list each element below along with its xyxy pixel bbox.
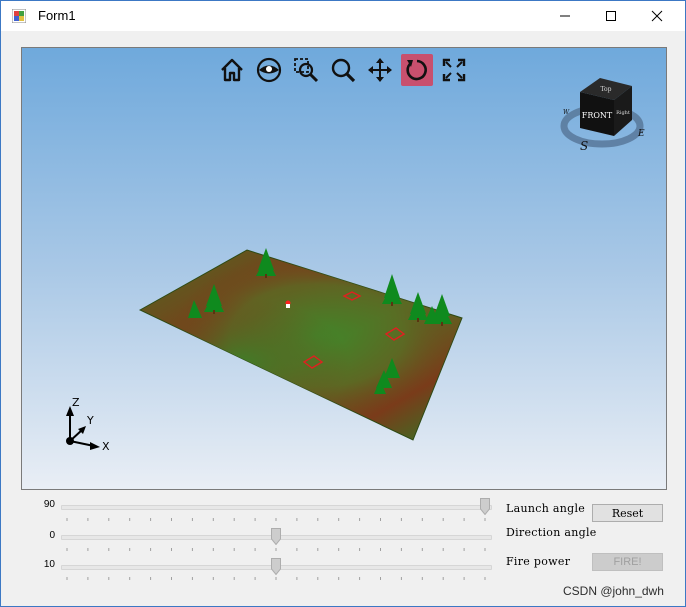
minimize-icon bbox=[560, 15, 570, 17]
fire-power-slider[interactable] bbox=[270, 558, 281, 575]
launch-angle-ticks bbox=[66, 518, 486, 521]
axis-z-label: Z bbox=[72, 396, 80, 409]
direction-angle-ticks bbox=[66, 548, 486, 551]
fire-button[interactable]: FIRE! bbox=[592, 553, 663, 571]
fire-power-value: 10 bbox=[43, 559, 55, 570]
direction-angle-value: 0 bbox=[49, 530, 55, 541]
launch-angle-value: 90 bbox=[43, 499, 55, 510]
axis-triad: Z Y X bbox=[66, 396, 110, 453]
watermark: CSDN @john_dwh bbox=[563, 584, 664, 598]
app-window: Form1 FRONT Top Right S E W Z Y X 90 0 1… bbox=[0, 0, 686, 607]
axis-x-label: X bbox=[102, 440, 110, 453]
maximize-button[interactable] bbox=[588, 1, 634, 31]
maximize-icon bbox=[606, 11, 616, 21]
reset-button[interactable]: Reset bbox=[592, 504, 663, 522]
title-bar[interactable]: Form1 bbox=[1, 1, 685, 31]
launch-angle-track[interactable] bbox=[61, 505, 492, 510]
fire-power-label: Fire power bbox=[506, 555, 571, 568]
close-button[interactable] bbox=[634, 1, 680, 31]
3d-viewport[interactable]: FRONT Top Right S E W Z Y X bbox=[21, 47, 667, 490]
direction-angle-label: Direction angle bbox=[506, 526, 597, 539]
app-icon bbox=[12, 9, 26, 23]
minimize-button[interactable] bbox=[542, 1, 588, 31]
window-title: Form1 bbox=[38, 8, 76, 23]
launch-angle-slider[interactable] bbox=[480, 498, 490, 515]
terrain-scene bbox=[138, 248, 463, 441]
fire-power-ticks bbox=[66, 577, 486, 580]
direction-angle-slider[interactable] bbox=[270, 528, 281, 545]
launch-angle-label: Launch angle bbox=[506, 502, 586, 515]
axis-y-label: Y bbox=[86, 414, 94, 427]
close-icon bbox=[651, 10, 663, 22]
